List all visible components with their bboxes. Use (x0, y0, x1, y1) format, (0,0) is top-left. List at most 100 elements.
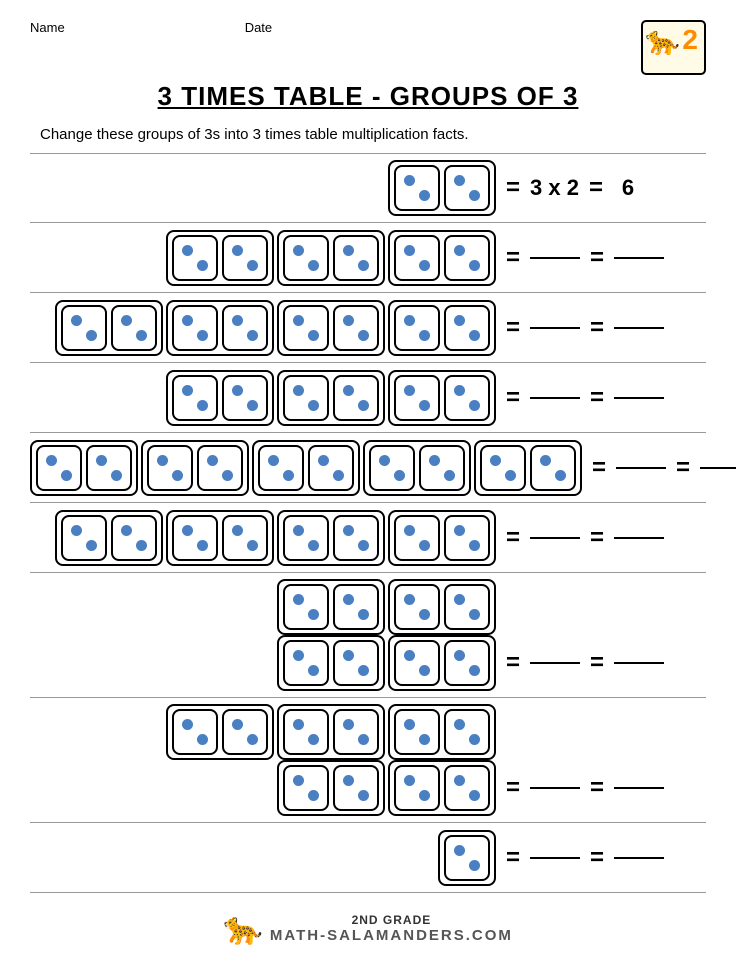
dice-bracket (388, 370, 496, 426)
die (283, 709, 329, 755)
die (111, 305, 157, 351)
answer-blank[interactable] (614, 397, 664, 399)
die (419, 445, 465, 491)
table-row: = = (30, 293, 706, 363)
equals-sign: = (592, 454, 606, 482)
answer-blank[interactable] (614, 537, 664, 539)
die (172, 235, 218, 281)
equals-sign-2: = (590, 844, 604, 872)
dice-bracket (277, 704, 385, 760)
die (530, 445, 576, 491)
dice-group (30, 440, 592, 496)
die (283, 765, 329, 811)
dice-bracket (30, 440, 138, 496)
equals-sign: = (506, 384, 520, 412)
equals-area: = = (506, 314, 706, 342)
footer-site: MATH-SALAMANDERS.COM (270, 927, 513, 944)
footer-grade: 2ND GRADE (352, 913, 432, 927)
die (283, 305, 329, 351)
dice-bracket (388, 160, 496, 216)
equals-area: = = (506, 844, 706, 872)
dice-bracket (277, 760, 385, 816)
die (444, 305, 490, 351)
dice-bracket (166, 370, 274, 426)
footer-logo: 2ND GRADE MATH-SALAMANDERS.COM (270, 913, 513, 944)
die (394, 709, 440, 755)
logo-number: 2 (682, 24, 698, 56)
die (61, 515, 107, 561)
die (172, 375, 218, 421)
equals-area: = 3 x 2 = 6 (506, 174, 706, 202)
equals-sign: = (506, 774, 520, 802)
equation-text: 3 x 2 (530, 175, 579, 201)
dice-bracket (55, 300, 163, 356)
die (394, 235, 440, 281)
die (222, 305, 268, 351)
dice-group (30, 230, 506, 286)
die (394, 375, 440, 421)
dice-group (30, 635, 506, 691)
die (394, 640, 440, 686)
dice-bracket (166, 230, 274, 286)
equation-blank[interactable] (530, 327, 580, 329)
die (394, 165, 440, 211)
dice-bracket (141, 440, 249, 496)
date-label: Date (245, 20, 272, 35)
answer-blank[interactable] (614, 257, 664, 259)
die (258, 445, 304, 491)
dice-group (30, 370, 506, 426)
answer-blank[interactable] (614, 327, 664, 329)
die (147, 445, 193, 491)
die (36, 445, 82, 491)
equals-sign-2: = (676, 454, 690, 482)
equals-sign-2: = (590, 314, 604, 342)
dice-bracket (166, 704, 274, 760)
equation-blank[interactable] (530, 257, 580, 259)
equation-blank[interactable] (530, 662, 580, 664)
dice-bracket (277, 230, 385, 286)
dice-bracket (277, 635, 385, 691)
equation-blank[interactable] (616, 467, 666, 469)
answer-blank[interactable] (700, 467, 736, 469)
die (308, 445, 354, 491)
equals-sign: = (506, 524, 520, 552)
die (444, 584, 490, 630)
die (283, 640, 329, 686)
equation-blank[interactable] (530, 857, 580, 859)
answer-blank[interactable] (614, 662, 664, 664)
die (222, 375, 268, 421)
dice-bracket (363, 440, 471, 496)
dice-bracket (388, 510, 496, 566)
die (172, 515, 218, 561)
logo-box: 🐆 2 (641, 20, 706, 75)
die (369, 445, 415, 491)
die (394, 305, 440, 351)
equation-blank[interactable] (530, 787, 580, 789)
die (444, 375, 490, 421)
equals-area: = = (592, 454, 736, 482)
equals-sign-2: = (590, 649, 604, 677)
die (444, 709, 490, 755)
equals-sign-2: = (590, 384, 604, 412)
dice-group (30, 160, 506, 216)
answer-blank[interactable] (614, 857, 664, 859)
dice-bracket (438, 830, 496, 886)
equation-blank[interactable] (530, 397, 580, 399)
die (480, 445, 526, 491)
equals-sign: = (506, 314, 520, 342)
worksheet-area: = 3 x 2 = 6 = = (30, 153, 706, 893)
equation-blank[interactable] (530, 537, 580, 539)
equals-sign: = (506, 244, 520, 272)
answer-blank[interactable] (614, 787, 664, 789)
dice-group (30, 300, 506, 356)
dice-bracket (277, 300, 385, 356)
table-row: = = (30, 223, 706, 293)
equals-sign: = (506, 174, 520, 202)
die (333, 515, 379, 561)
die (444, 235, 490, 281)
equals-area: = = (506, 384, 706, 412)
die (444, 165, 490, 211)
table-row: = = (30, 433, 706, 503)
dice-bracket (474, 440, 582, 496)
footer-inner: 🐆 2ND GRADE MATH-SALAMANDERS.COM (30, 909, 706, 947)
